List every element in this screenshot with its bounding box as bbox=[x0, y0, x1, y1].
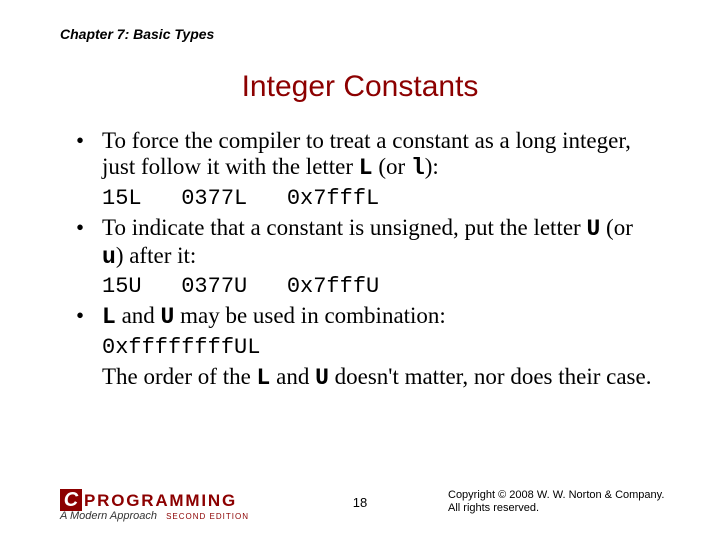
bullet-2-text-b: (or bbox=[600, 215, 633, 240]
code-u-lower: u bbox=[102, 244, 116, 270]
bullet-2: To indicate that a constant is unsigned,… bbox=[74, 215, 654, 270]
code-l-lower: l bbox=[411, 155, 425, 181]
bullet-3-text-a: and bbox=[116, 303, 161, 328]
chapter-label: Chapter 7: Basic Types bbox=[60, 26, 214, 42]
bullet-1-text-b: (or bbox=[373, 154, 411, 179]
order-text-c: doesn't matter, nor does their case. bbox=[329, 364, 652, 389]
code-L-upper: L bbox=[359, 155, 373, 181]
code-example-2: 15U 0377U 0x7fffU bbox=[74, 274, 654, 299]
code-example-3: 0xffffffffUL bbox=[74, 335, 654, 360]
copyright-line-2: All rights reserved. bbox=[448, 502, 539, 514]
order-text-b: and bbox=[270, 364, 315, 389]
code-example-1: 15L 0377L 0x7fffL bbox=[74, 186, 654, 211]
logo-edition: SECOND EDITION bbox=[166, 512, 249, 521]
code-L-order: L bbox=[257, 365, 271, 391]
copyright-notice: Copyright © 2008 W. W. Norton & Company.… bbox=[448, 489, 668, 517]
code-L-combo: L bbox=[102, 304, 116, 330]
copyright-line-1: Copyright © 2008 W. W. Norton & Company. bbox=[448, 489, 664, 501]
bullet-2-text-a: To indicate that a constant is unsigned,… bbox=[102, 215, 586, 240]
bullet-3-text-b: may be used in combination: bbox=[174, 303, 445, 328]
logo-subtitle: A Modern Approach SECOND EDITION bbox=[60, 510, 249, 522]
slide-body: To force the compiler to treat a constan… bbox=[74, 128, 654, 392]
bullet-1: To force the compiler to treat a constan… bbox=[74, 128, 654, 182]
code-U-upper: U bbox=[586, 216, 600, 242]
slide-title: Integer Constants bbox=[0, 70, 720, 104]
slide-footer: CPROGRAMMING A Modern Approach SECOND ED… bbox=[0, 478, 720, 522]
code-U-combo: U bbox=[161, 304, 175, 330]
bullet-2-text-c: ) after it: bbox=[116, 243, 196, 268]
bullet-3: L and U may be used in combination: bbox=[74, 303, 654, 330]
code-U-order: U bbox=[315, 365, 329, 391]
bullet-1-text-c: ): bbox=[425, 154, 439, 179]
logo-subtitle-text: A Modern Approach bbox=[60, 510, 157, 522]
bullet-3-order-note: The order of the L and U doesn't matter,… bbox=[74, 364, 654, 391]
order-text-a: The order of the bbox=[102, 364, 257, 389]
